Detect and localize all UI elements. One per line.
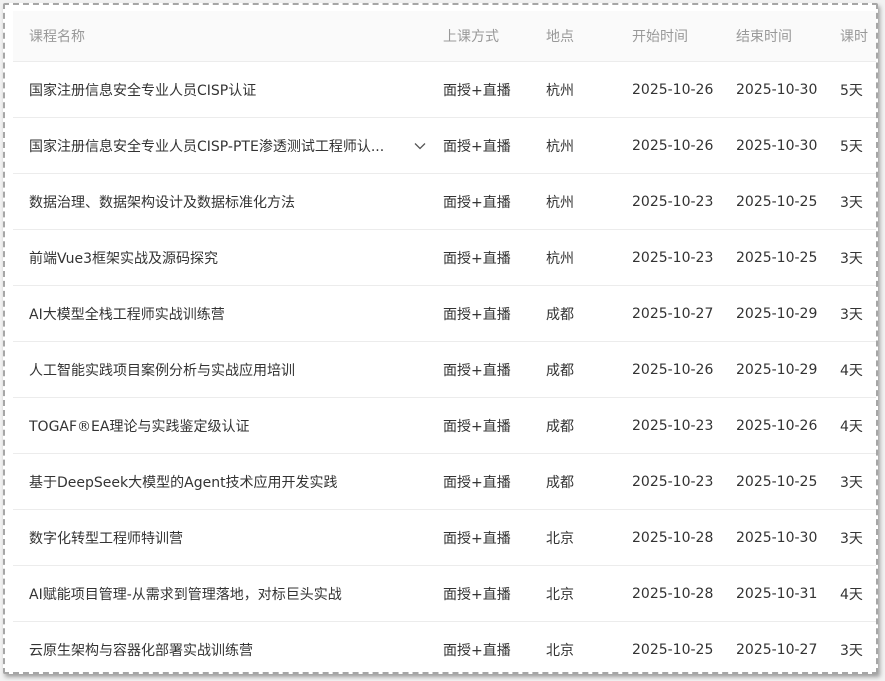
table-row[interactable]: 云原生架构与容器化部署实战训练营 面授+直播 北京 2025-10-25 202… bbox=[13, 622, 876, 672]
table-header: 课程名称 上课方式 地点 开始时间 结束时间 课时 bbox=[13, 11, 876, 62]
class-mode: 面授+直播 bbox=[443, 194, 511, 211]
class-mode: 面授+直播 bbox=[443, 250, 511, 267]
end-time: 2025-10-25 bbox=[736, 473, 818, 490]
hours: 3天 bbox=[840, 306, 863, 323]
course-name[interactable]: 人工智能实践项目案例分析与实战应用培训 bbox=[29, 342, 414, 397]
start-time: 2025-10-23 bbox=[632, 249, 714, 266]
start-time: 2025-10-26 bbox=[632, 137, 714, 154]
location: 北京 bbox=[546, 530, 574, 547]
table-row[interactable]: AI赋能项目管理-从需求到管理落地，对标巨头实战 面授+直播 北京 2025-1… bbox=[13, 566, 876, 622]
start-time: 2025-10-23 bbox=[632, 193, 714, 210]
start-time: 2025-10-26 bbox=[632, 361, 714, 378]
start-time: 2025-10-23 bbox=[632, 417, 714, 434]
course-name[interactable]: 数字化转型工程师特训营 bbox=[29, 510, 414, 565]
hours: 3天 bbox=[840, 642, 863, 659]
course-name[interactable]: TOGAF®EA理论与实践鉴定级认证 bbox=[29, 398, 414, 453]
hours: 4天 bbox=[840, 586, 863, 603]
end-time: 2025-10-31 bbox=[736, 585, 818, 602]
hours: 5天 bbox=[840, 82, 863, 99]
class-mode: 面授+直播 bbox=[443, 82, 511, 99]
course-name[interactable]: AI大模型全栈工程师实战训练营 bbox=[29, 286, 414, 341]
end-time: 2025-10-30 bbox=[736, 529, 818, 546]
location: 成都 bbox=[546, 474, 574, 491]
screenshot-frame: 课程名称 上课方式 地点 开始时间 结束时间 课时 国家注册信息安全专业人员CI… bbox=[3, 3, 878, 674]
hours: 3天 bbox=[840, 194, 863, 211]
start-time: 2025-10-27 bbox=[632, 305, 714, 322]
class-mode: 面授+直播 bbox=[443, 418, 511, 435]
course-name[interactable]: 云原生架构与容器化部署实战训练营 bbox=[29, 622, 414, 672]
end-time: 2025-10-26 bbox=[736, 417, 818, 434]
header-start-time: 开始时间 bbox=[632, 29, 688, 45]
location: 成都 bbox=[546, 418, 574, 435]
location: 杭州 bbox=[546, 82, 574, 99]
location: 成都 bbox=[546, 362, 574, 379]
class-mode: 面授+直播 bbox=[443, 362, 511, 379]
course-name[interactable]: 前端Vue3框架实战及源码探究 bbox=[29, 230, 414, 285]
location: 杭州 bbox=[546, 138, 574, 155]
end-time: 2025-10-29 bbox=[736, 305, 818, 322]
table-row[interactable]: 数据治理、数据架构设计及数据标准化方法 面授+直播 杭州 2025-10-23 … bbox=[13, 174, 876, 230]
end-time: 2025-10-25 bbox=[736, 249, 818, 266]
table-row[interactable]: 前端Vue3框架实战及源码探究 面授+直播 杭州 2025-10-23 2025… bbox=[13, 230, 876, 286]
end-time: 2025-10-27 bbox=[736, 641, 818, 658]
end-time: 2025-10-29 bbox=[736, 361, 818, 378]
course-name[interactable]: AI赋能项目管理-从需求到管理落地，对标巨头实战 bbox=[29, 566, 414, 621]
location: 杭州 bbox=[546, 194, 574, 211]
location: 成都 bbox=[546, 306, 574, 323]
table-row[interactable]: TOGAF®EA理论与实践鉴定级认证 面授+直播 成都 2025-10-23 2… bbox=[13, 398, 876, 454]
hours: 3天 bbox=[840, 474, 863, 491]
start-time: 2025-10-26 bbox=[632, 81, 714, 98]
table-row[interactable]: 数字化转型工程师特训营 面授+直播 北京 2025-10-28 2025-10-… bbox=[13, 510, 876, 566]
chevron-down-icon[interactable] bbox=[413, 118, 427, 173]
header-end-time: 结束时间 bbox=[736, 29, 792, 45]
start-time: 2025-10-23 bbox=[632, 473, 714, 490]
location: 北京 bbox=[546, 642, 574, 659]
start-time: 2025-10-28 bbox=[632, 529, 714, 546]
class-mode: 面授+直播 bbox=[443, 474, 511, 491]
course-name[interactable]: 基于DeepSeek大模型的Agent技术应用开发实践 bbox=[29, 454, 414, 509]
class-mode: 面授+直播 bbox=[443, 138, 511, 155]
end-time: 2025-10-25 bbox=[736, 193, 818, 210]
hours: 5天 bbox=[840, 138, 863, 155]
location: 杭州 bbox=[546, 250, 574, 267]
course-name[interactable]: 国家注册信息安全专业人员CISP认证 bbox=[29, 62, 414, 117]
header-hours: 课时 bbox=[840, 29, 868, 45]
hours: 4天 bbox=[840, 362, 863, 379]
end-time: 2025-10-30 bbox=[736, 137, 818, 154]
header-class-mode: 上课方式 bbox=[443, 29, 499, 45]
hours: 3天 bbox=[840, 250, 863, 267]
class-mode: 面授+直播 bbox=[443, 642, 511, 659]
course-table: 课程名称 上课方式 地点 开始时间 结束时间 课时 国家注册信息安全专业人员CI… bbox=[13, 11, 876, 672]
start-time: 2025-10-28 bbox=[632, 585, 714, 602]
class-mode: 面授+直播 bbox=[443, 586, 511, 603]
table-row[interactable]: 人工智能实践项目案例分析与实战应用培训 面授+直播 成都 2025-10-26 … bbox=[13, 342, 876, 398]
header-course-name: 课程名称 bbox=[29, 29, 85, 45]
start-time: 2025-10-25 bbox=[632, 641, 714, 658]
table-row[interactable]: 国家注册信息安全专业人员CISP认证 面授+直播 杭州 2025-10-26 2… bbox=[13, 62, 876, 118]
class-mode: 面授+直播 bbox=[443, 306, 511, 323]
location: 北京 bbox=[546, 586, 574, 603]
table-row[interactable]: 基于DeepSeek大模型的Agent技术应用开发实践 面授+直播 成都 202… bbox=[13, 454, 876, 510]
hours: 4天 bbox=[840, 418, 863, 435]
end-time: 2025-10-30 bbox=[736, 81, 818, 98]
hours: 3天 bbox=[840, 530, 863, 547]
class-mode: 面授+直播 bbox=[443, 530, 511, 547]
course-name[interactable]: 数据治理、数据架构设计及数据标准化方法 bbox=[29, 174, 414, 229]
table-row[interactable]: 国家注册信息安全专业人员CISP-PTE渗透测试工程师认... 面授+直播 杭州… bbox=[13, 118, 876, 174]
table-row[interactable]: AI大模型全栈工程师实战训练营 面授+直播 成都 2025-10-27 2025… bbox=[13, 286, 876, 342]
course-name[interactable]: 国家注册信息安全专业人员CISP-PTE渗透测试工程师认... bbox=[29, 118, 414, 173]
header-location: 地点 bbox=[546, 29, 574, 45]
